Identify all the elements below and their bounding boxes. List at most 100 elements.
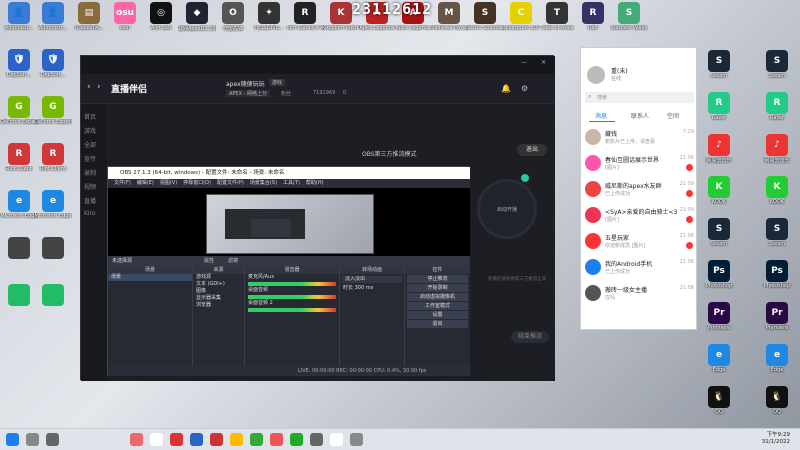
desktop-shortcut[interactable]: osu osu! <box>106 2 144 46</box>
search-input[interactable]: ⌕ 搜索 <box>585 92 694 103</box>
start-recording-button[interactable]: 开始录制 <box>407 284 468 292</box>
scene-item[interactable]: 场景 <box>108 274 192 281</box>
desktop-shortcut[interactable] <box>34 237 72 281</box>
desktop-shortcut[interactable]: ♪ 网易云音乐 <box>758 134 796 178</box>
source-item[interactable]: 图像 <box>193 288 244 295</box>
task-view-icon[interactable] <box>46 433 59 446</box>
chat-list-item[interactable]: <SyA>亲爱的自由骑士<3 [图片] 21:09 <box>581 204 698 227</box>
forward-icon[interactable]: › <box>97 82 101 92</box>
desktop-shortcut[interactable]: K KOOK <box>700 176 738 220</box>
taskbar-app-icon[interactable] <box>310 433 323 446</box>
end-stream-button[interactable]: 结束推流 <box>511 331 549 343</box>
desktop-shortcut[interactable]: 🐧 QQ <box>758 386 796 430</box>
chat-list-item[interactable]: 我的Android手机 已上传成功 21:08 <box>581 256 698 279</box>
sidebar-item[interactable]: 录制 <box>84 168 96 177</box>
menu-item[interactable]: 文件(F) <box>114 180 131 186</box>
stop-stream-button[interactable]: 停止推流 <box>407 275 468 283</box>
tab-space[interactable]: 空间 <box>667 111 679 120</box>
taskbar-app-icon[interactable] <box>130 433 143 446</box>
taskbar-app-icon[interactable] <box>290 433 303 446</box>
source-item[interactable]: 浏览器 <box>193 302 244 309</box>
taskbar-app-icon[interactable] <box>210 433 223 446</box>
desktop-shortcut[interactable]: 🛡 DigiSoft... <box>34 49 72 93</box>
desktop-shortcut[interactable]: ▤ ItTakesTw... <box>70 2 108 46</box>
desktop-shortcut[interactable]: S Sekiro Shadows <box>466 2 504 46</box>
menu-item[interactable]: 工具(T) <box>283 180 300 186</box>
taskbar-app-icon[interactable] <box>190 433 203 446</box>
desktop-shortcut[interactable]: Pr Premiere <box>758 302 796 346</box>
transition-duration[interactable]: 时长 300 ms <box>340 285 404 292</box>
chat-list-item[interactable]: 威尼斯的apex水友群 已上传成功 21:09 <box>581 178 698 201</box>
desktop-shortcut[interactable]: ♪ 网易云音乐 <box>700 134 738 178</box>
desktop-shortcut[interactable]: C Cyberpunk 2077 <box>502 2 540 46</box>
desktop-shortcut[interactable]: Ps Photoshop <box>700 260 738 304</box>
desktop-shortcut[interactable]: GGeForce Experience <box>34 96 72 140</box>
exit-button[interactable]: 退出 <box>517 144 547 156</box>
desktop-shortcut[interactable]: e Microsoft Edge <box>0 190 38 234</box>
virtual-camera-button[interactable]: 启动虚拟摄像机 <box>407 293 468 301</box>
desktop-shortcut[interactable]: Ps Photoshop <box>758 260 796 304</box>
menu-item[interactable]: 场景集合(S) <box>250 180 277 186</box>
sidebar-item[interactable]: 宣传 <box>84 154 96 163</box>
desktop-shortcut[interactable]: e Edge <box>700 344 738 388</box>
taskbar-app-icon[interactable] <box>150 433 163 446</box>
settings-icon[interactable]: ⚙ <box>521 84 528 93</box>
avatar[interactable] <box>587 66 605 84</box>
transition-select[interactable]: 淡入淡出 <box>342 276 402 283</box>
tab-messages[interactable]: 消息 <box>595 111 607 120</box>
desktop-shortcut[interactable]: ✦ HELLDIVE... <box>250 2 288 46</box>
desktop-shortcut[interactable]: 👤 Administr... <box>0 2 38 46</box>
start-live-button[interactable]: 启动开播 <box>477 179 537 239</box>
desktop-shortcut[interactable]: R Razer <box>758 92 796 136</box>
taskbar-app-icon[interactable] <box>250 433 263 446</box>
menu-item[interactable]: 帮助(H) <box>306 180 324 186</box>
desktop-shortcut[interactable]: S Steam <box>758 50 796 94</box>
desktop-shortcut[interactable]: T Tales of Arise <box>538 2 576 46</box>
desktop-shortcut[interactable]: K KOOK <box>758 176 796 220</box>
desktop-shortcut[interactable]: 🐧 QQ <box>700 386 738 430</box>
taskbar-app-icon[interactable] <box>330 433 343 446</box>
close-icon[interactable]: ✕ <box>541 59 546 66</box>
source-item[interactable]: 显示器采集 <box>193 295 244 302</box>
desktop-shortcut[interactable]: S Steam <box>700 218 738 262</box>
desktop-shortcut[interactable]: ◆ 战网ApexD2 2042 <box>178 2 216 46</box>
settings-button[interactable]: 设置 <box>407 311 468 319</box>
desktop-shortcut[interactable]: R Razer <box>700 92 738 136</box>
sidebar-item[interactable]: 全部 <box>84 140 96 149</box>
notification-icon[interactable]: 🔔 <box>501 84 511 93</box>
desktop-shortcut[interactable]: ◎ Aim Lab <box>142 2 180 46</box>
obs-preview[interactable] <box>108 188 470 256</box>
desktop-shortcut[interactable]: S Steam <box>758 218 796 262</box>
menu-item[interactable]: 视图(V) <box>160 180 177 186</box>
volume-meter[interactable] <box>248 308 336 312</box>
sidebar-item[interactable]: 直播 <box>84 196 96 205</box>
desktop-shortcut[interactable]: 🛡 DigiSoft... <box>0 49 38 93</box>
category[interactable]: APEX - 网络上分 <box>226 90 271 97</box>
source-item[interactable]: 游戏源 <box>193 274 244 281</box>
exit-button[interactable]: 退出 <box>407 320 468 328</box>
desktop-shortcut[interactable] <box>34 284 72 328</box>
back-icon[interactable]: ‹ <box>87 82 91 92</box>
filters-button[interactable]: 滤镜 <box>228 256 238 266</box>
taskbar-app-icon[interactable] <box>350 433 363 446</box>
desktop-shortcut[interactable]: S Stardew Valley <box>610 2 648 46</box>
volume-meter[interactable] <box>248 295 336 299</box>
volume-meter[interactable] <box>248 282 336 286</box>
sidebar-item[interactable]: 首页 <box>84 112 96 121</box>
studio-mode-button[interactable]: 工作室模式 <box>407 302 468 310</box>
chat-list-item[interactable]: 搬砖一级女主播 在吗 21:08 <box>581 282 698 305</box>
clock[interactable]: 下午9:29 31/1/2022 <box>762 432 790 446</box>
desktop-shortcut[interactable] <box>0 284 38 328</box>
minimize-icon[interactable]: — <box>521 59 527 66</box>
tab-contacts[interactable]: 联系人 <box>631 111 649 120</box>
chat-list-item[interactable]: 藏钱 新影片已上传，请查看 7:29 <box>581 126 698 149</box>
menu-item[interactable]: 配置文件(P) <box>217 180 244 186</box>
chat-list-item[interactable]: 五星玩家 欢迎新成员 [图片] 21:08 <box>581 230 698 253</box>
chat-list-item[interactable]: 春仙互圆话展示世界 [图片] 21:06 <box>581 152 698 175</box>
desktop-shortcut[interactable] <box>0 237 38 281</box>
desktop-shortcut[interactable]: MMedieval Dynasty <box>430 2 468 46</box>
desktop-shortcut[interactable]: RTom Clancy's Rainbow... <box>286 2 324 46</box>
desktop-shortcut[interactable]: GGeForce Experience <box>0 96 38 140</box>
sidebar-item[interactable]: Kiro <box>84 210 96 217</box>
source-item[interactable]: 文本 (GDI+) <box>193 281 244 288</box>
